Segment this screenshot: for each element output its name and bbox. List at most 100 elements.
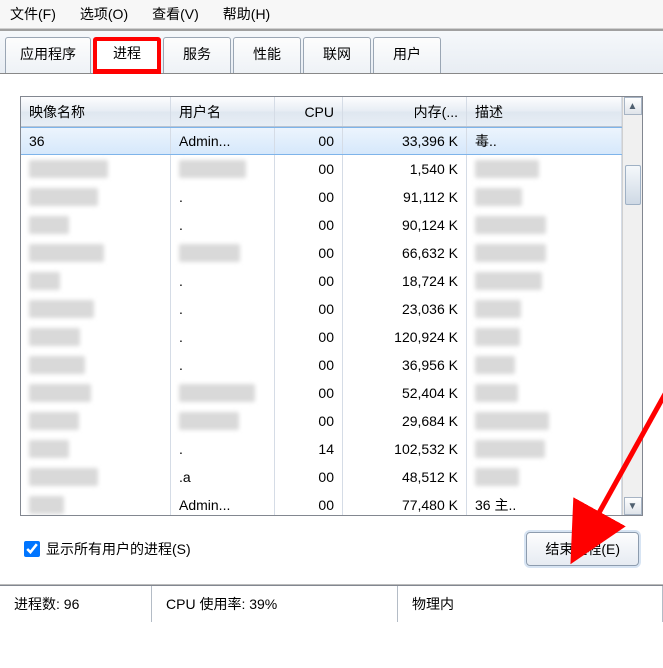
table-row[interactable]: .0036,956 K xyxy=(21,351,622,379)
table-row[interactable]: .0023,036 K xyxy=(21,295,622,323)
cell: . xyxy=(171,183,275,211)
cell xyxy=(467,379,622,407)
status-physical-memory: 物理内 xyxy=(398,586,663,622)
cell xyxy=(171,155,275,183)
cell xyxy=(21,407,171,435)
cell: 90,124 K xyxy=(343,211,467,239)
cell: 14 xyxy=(275,435,343,463)
cell xyxy=(171,379,275,407)
menu-options[interactable]: 选项(O) xyxy=(80,4,128,24)
col-memory[interactable]: 内存(... xyxy=(343,97,467,126)
window-body: 应用程序 进程 服务 性能 联网 用户 映像名称 用户名 CPU 内存(... … xyxy=(0,29,663,585)
table-rows: 36Admin...0033,396 K毒..001,540 K.0091,11… xyxy=(21,127,622,515)
col-user-name[interactable]: 用户名 xyxy=(171,97,275,126)
tab-processes[interactable]: 进程 xyxy=(93,37,161,73)
menu-file[interactable]: 文件(F) xyxy=(10,4,56,24)
cell: . xyxy=(171,267,275,295)
cell: 120,924 K xyxy=(343,323,467,351)
cell: 00 xyxy=(275,295,343,323)
table-row[interactable]: 0066,632 K xyxy=(21,239,622,267)
show-all-users-input[interactable] xyxy=(24,541,40,557)
cell: 00 xyxy=(275,407,343,435)
tab-networking[interactable]: 联网 xyxy=(303,37,371,73)
tab-performance[interactable]: 性能 xyxy=(233,37,301,73)
cell: 00 xyxy=(275,463,343,491)
cell: 23,036 K xyxy=(343,295,467,323)
cell: . xyxy=(171,323,275,351)
cell xyxy=(467,183,622,211)
show-all-users-checkbox[interactable]: 显示所有用户的进程(S) xyxy=(24,539,191,559)
status-cpu-usage: CPU 使用率: 39% xyxy=(152,586,398,622)
cell xyxy=(171,407,275,435)
cell xyxy=(21,323,171,351)
cell xyxy=(467,351,622,379)
table-row[interactable]: .0018,724 K xyxy=(21,267,622,295)
col-cpu[interactable]: CPU xyxy=(275,97,343,126)
cell: . xyxy=(171,211,275,239)
tab-services[interactable]: 服务 xyxy=(163,37,231,73)
scroll-thumb[interactable] xyxy=(625,165,641,205)
cell: 00 xyxy=(275,155,343,183)
cell: 00 xyxy=(275,351,343,379)
cell: 18,724 K xyxy=(343,267,467,295)
cell: . xyxy=(171,351,275,379)
cell xyxy=(21,295,171,323)
vertical-scrollbar[interactable]: ▲ ▼ xyxy=(622,97,642,515)
table-row[interactable]: .0090,124 K xyxy=(21,211,622,239)
table-row[interactable]: Admin...0077,480 K36 主.. xyxy=(21,491,622,515)
cell: 00 xyxy=(275,379,343,407)
cell: .a xyxy=(171,463,275,491)
cell: 66,632 K xyxy=(343,239,467,267)
cell xyxy=(21,379,171,407)
cell xyxy=(467,407,622,435)
table-row[interactable]: 0052,404 K xyxy=(21,379,622,407)
end-process-button[interactable]: 结束进程(E) xyxy=(526,532,639,566)
cell xyxy=(21,211,171,239)
tab-applications[interactable]: 应用程序 xyxy=(5,37,91,73)
cell: 33,396 K xyxy=(343,128,467,154)
cell: 00 xyxy=(275,491,343,515)
cell: 00 xyxy=(275,183,343,211)
show-all-users-label: 显示所有用户的进程(S) xyxy=(46,539,191,559)
table-row[interactable]: .a0048,512 K xyxy=(21,463,622,491)
table-row[interactable]: 001,540 K xyxy=(21,155,622,183)
cell: 91,112 K xyxy=(343,183,467,211)
cell xyxy=(21,267,171,295)
table-row[interactable]: 36Admin...0033,396 K毒.. xyxy=(21,127,622,155)
cell xyxy=(21,155,171,183)
table-row[interactable]: 0029,684 K xyxy=(21,407,622,435)
table-row[interactable]: .14102,532 K xyxy=(21,435,622,463)
cell: 00 xyxy=(275,128,343,154)
cell xyxy=(21,239,171,267)
cell: . xyxy=(171,435,275,463)
cell xyxy=(467,267,622,295)
col-image-name[interactable]: 映像名称 xyxy=(21,97,171,126)
menu-help[interactable]: 帮助(H) xyxy=(223,4,270,24)
cell xyxy=(171,239,275,267)
tab-strip: 应用程序 进程 服务 性能 联网 用户 xyxy=(0,31,663,74)
cell xyxy=(467,323,622,351)
cell: 00 xyxy=(275,267,343,295)
cell: 00 xyxy=(275,239,343,267)
table-row[interactable]: .00120,924 K xyxy=(21,323,622,351)
tab-users[interactable]: 用户 xyxy=(373,37,441,73)
cell xyxy=(21,435,171,463)
cell: 48,512 K xyxy=(343,463,467,491)
cell: 52,404 K xyxy=(343,379,467,407)
table-row[interactable]: .0091,112 K xyxy=(21,183,622,211)
cell xyxy=(467,155,622,183)
cell: 36 主.. xyxy=(467,491,622,515)
cell: 1,540 K xyxy=(343,155,467,183)
cell xyxy=(467,463,622,491)
cell xyxy=(21,491,171,515)
processes-panel: 映像名称 用户名 CPU 内存(... 描述 36Admin...0033,39… xyxy=(0,74,663,584)
col-description[interactable]: 描述 xyxy=(467,97,622,126)
scroll-down-button[interactable]: ▼ xyxy=(624,497,642,515)
cell: . xyxy=(171,295,275,323)
cell: 77,480 K xyxy=(343,491,467,515)
status-bar: 进程数: 96 CPU 使用率: 39% 物理内 xyxy=(0,585,663,622)
cell xyxy=(21,351,171,379)
cell xyxy=(467,435,622,463)
menu-view[interactable]: 查看(V) xyxy=(152,4,199,24)
scroll-up-button[interactable]: ▲ xyxy=(624,97,642,115)
